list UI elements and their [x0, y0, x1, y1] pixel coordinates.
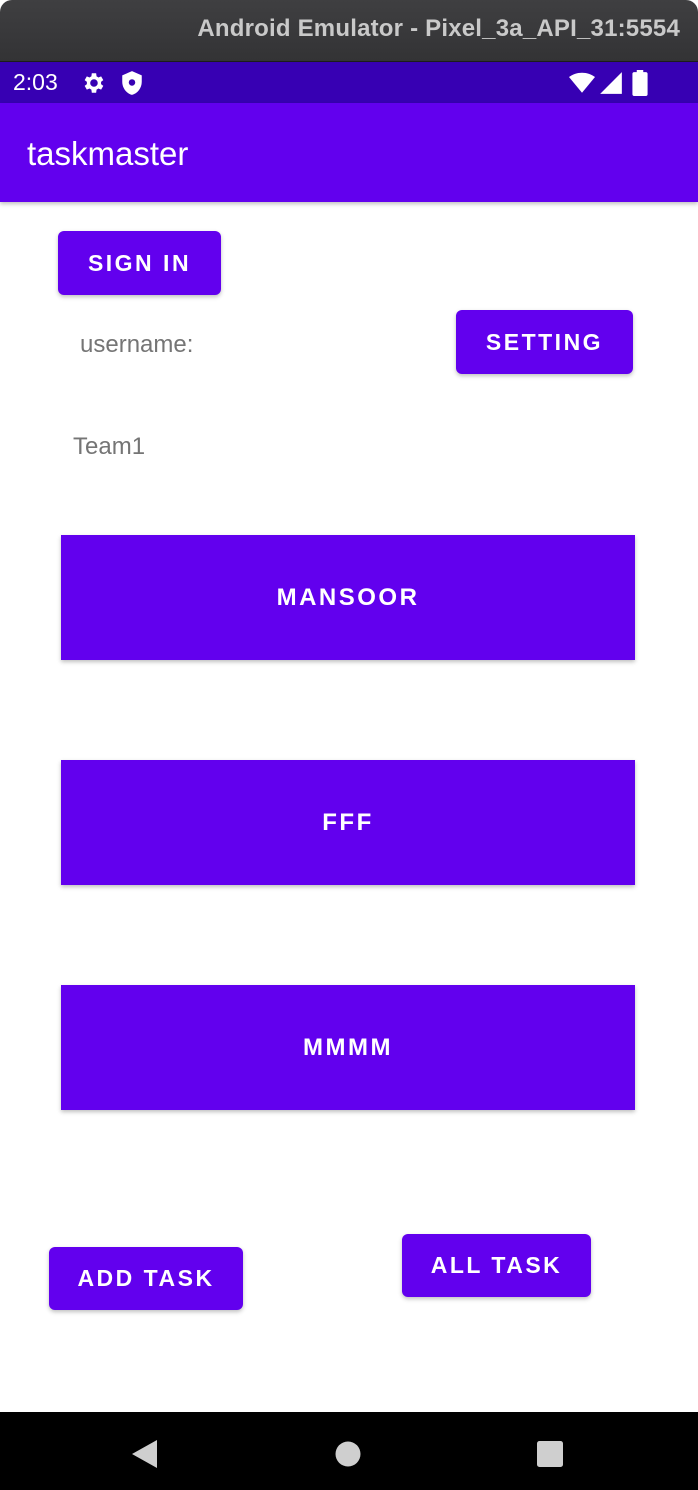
sign-in-button[interactable]: SIGN IN [58, 231, 221, 295]
team-label: Team1 [73, 433, 146, 460]
home-icon[interactable] [335, 1439, 363, 1474]
username-label: username: [80, 331, 194, 358]
signal-icon [598, 70, 624, 96]
back-icon[interactable] [130, 1439, 158, 1474]
window-title: Android Emulator - Pixel_3a_API_31:5554 [197, 15, 680, 42]
app-title: taskmaster [27, 135, 189, 172]
status-time: 2:03 [13, 69, 58, 95]
recents-icon[interactable] [536, 1439, 564, 1474]
app-bar: taskmaster [0, 103, 698, 202]
setting-button[interactable]: SETTING [456, 310, 633, 374]
wifi-icon [569, 70, 595, 96]
navigation-bar [0, 1412, 698, 1490]
battery-icon [632, 70, 648, 96]
all-task-button[interactable]: ALL TASK [402, 1234, 591, 1297]
add-task-button[interactable]: ADD TASK [49, 1247, 243, 1310]
shield-icon [119, 70, 145, 96]
gear-icon [80, 70, 106, 96]
task-button-fff[interactable]: FFF [61, 760, 635, 885]
task-button-mansoor[interactable]: MANSOOR [61, 535, 635, 660]
emulator-title-bar: Android Emulator - Pixel_3a_API_31:5554 [0, 0, 698, 62]
status-bar: 2:03 [0, 62, 698, 103]
task-button-mmmm[interactable]: MMMM [61, 985, 635, 1110]
